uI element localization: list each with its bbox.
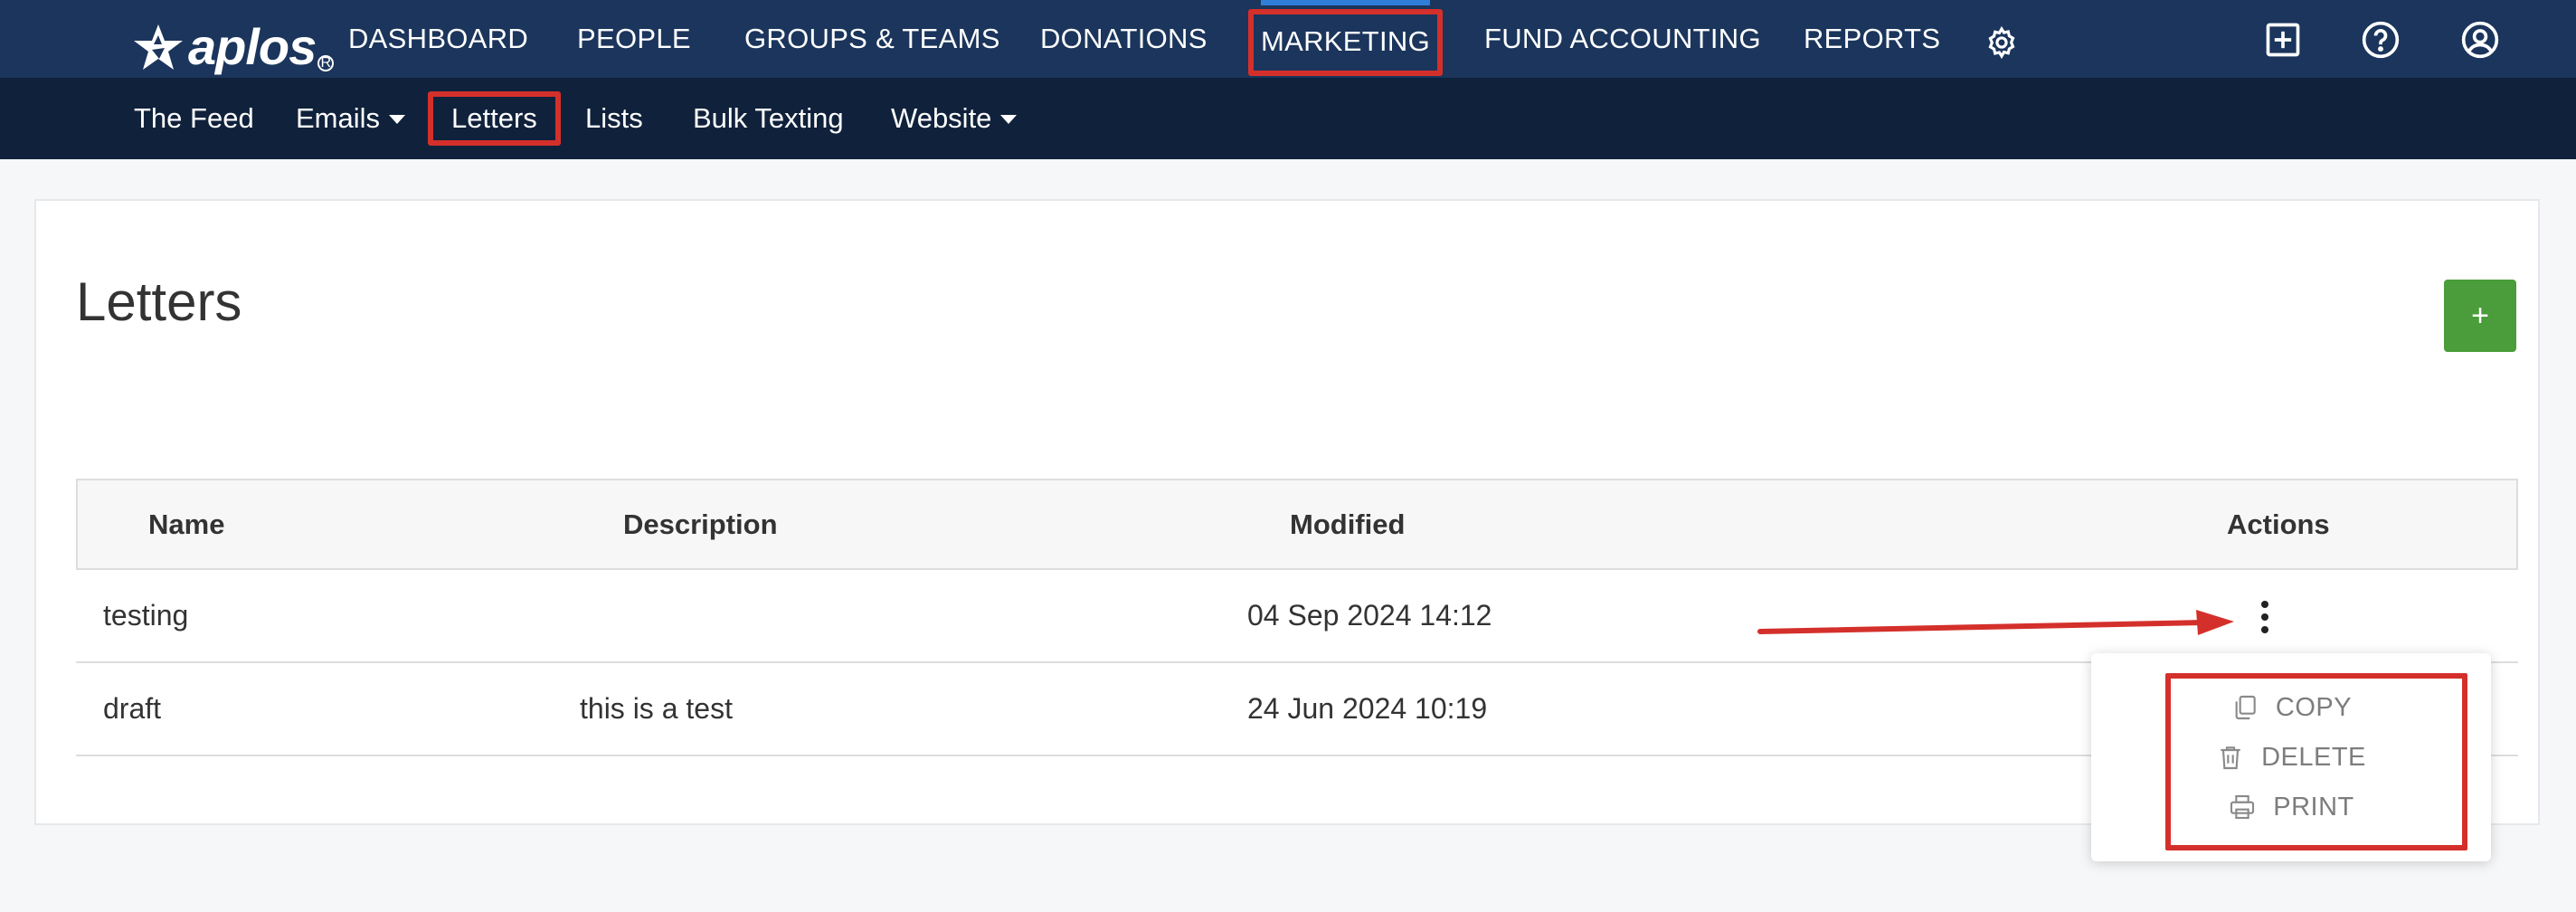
user-circle-icon[interactable] (2460, 20, 2500, 60)
page-title: Letters (76, 271, 242, 332)
copy-icon (2235, 695, 2256, 720)
help-circle-icon[interactable] (2361, 20, 2401, 60)
subnav-the-feed-label: The Feed (134, 102, 254, 134)
menu-item-print-label: PRINT (2273, 792, 2354, 822)
more-actions-kebab-icon[interactable] (2252, 597, 2278, 637)
row-name[interactable]: testing (103, 570, 188, 661)
annotation-arrow-icon (1757, 610, 2234, 635)
nav-groups-teams[interactable]: GROUPS & TEAMS (744, 0, 1000, 78)
column-header-name[interactable]: Name (148, 480, 224, 568)
aplos-star-logo-icon (134, 24, 183, 70)
subnav-website[interactable]: Website (891, 78, 1018, 159)
logo-text: aplos (188, 18, 317, 75)
nav-people[interactable]: PEOPLE (577, 0, 691, 78)
subnav-letters-label: Letters (451, 102, 537, 134)
subnav-website-label: Website (891, 102, 992, 134)
menu-item-copy[interactable]: COPY (2091, 684, 2491, 731)
menu-item-delete-label: DELETE (2261, 742, 2366, 772)
trash-icon (2221, 746, 2240, 770)
subnav-letters[interactable]: Letters (428, 78, 561, 159)
add-letter-button[interactable]: + (2444, 280, 2516, 352)
subnav-emails-label: Emails (296, 102, 381, 134)
subnav-bulk-texting[interactable]: Bulk Texting (693, 78, 844, 159)
row-modified: 04 Sep 2024 14:12 (1247, 599, 1492, 632)
caret-down-icon (1000, 115, 1018, 124)
nav-dashboard[interactable]: DASHBOARD (348, 0, 528, 78)
column-header-description[interactable]: Description (623, 480, 778, 568)
nav-people-label: PEOPLE (577, 23, 691, 54)
subnav-bulk-texting-label: Bulk Texting (693, 102, 844, 134)
caret-down-icon (389, 115, 406, 124)
row-name[interactable]: draft (103, 663, 161, 755)
menu-item-copy-label: COPY (2275, 692, 2353, 722)
nav-fund-accounting[interactable]: FUND ACCOUNTING (1484, 0, 1761, 78)
row-modified: 24 Jun 2024 10:19 (1247, 692, 1488, 725)
nav-reports-label: REPORTS (1804, 23, 1941, 54)
nav-dashboard-label: DASHBOARD (348, 23, 529, 54)
nav-donations-label: DONATIONS (1040, 23, 1208, 54)
nav-marketing-label: MARKETING (1261, 25, 1430, 57)
nav-reports[interactable]: REPORTS (1804, 0, 1940, 78)
registered-mark: R (317, 55, 335, 71)
aplos-logo[interactable]: aplos R (132, 18, 335, 75)
nav-donations[interactable]: DONATIONS (1040, 0, 1208, 78)
subnav-the-feed[interactable]: The Feed (134, 78, 254, 159)
row-description: this is a test (580, 692, 733, 725)
table-header: Name Description Modified Actions (76, 479, 2518, 570)
column-header-modified[interactable]: Modified (1290, 480, 1405, 568)
subnav-lists[interactable]: Lists (585, 78, 643, 159)
nav-marketing[interactable]: MARKETING (1248, 0, 1443, 78)
nav-fund-accounting-label: FUND ACCOUNTING (1484, 23, 1761, 54)
subnav-lists-label: Lists (585, 102, 643, 134)
add-square-icon[interactable] (2263, 20, 2303, 60)
menu-item-delete[interactable]: DELETE (2091, 734, 2491, 781)
gear-icon[interactable] (1984, 25, 2019, 60)
menu-item-print[interactable]: PRINT (2091, 784, 2491, 831)
subnav-emails[interactable]: Emails (296, 78, 406, 159)
nav-groups-teams-label: GROUPS & TEAMS (744, 23, 1000, 54)
actions-dropdown-menu: COPY DELETE PRINT (2091, 653, 2491, 861)
printer-icon (2230, 794, 2255, 820)
column-header-actions: Actions (2227, 508, 2330, 540)
